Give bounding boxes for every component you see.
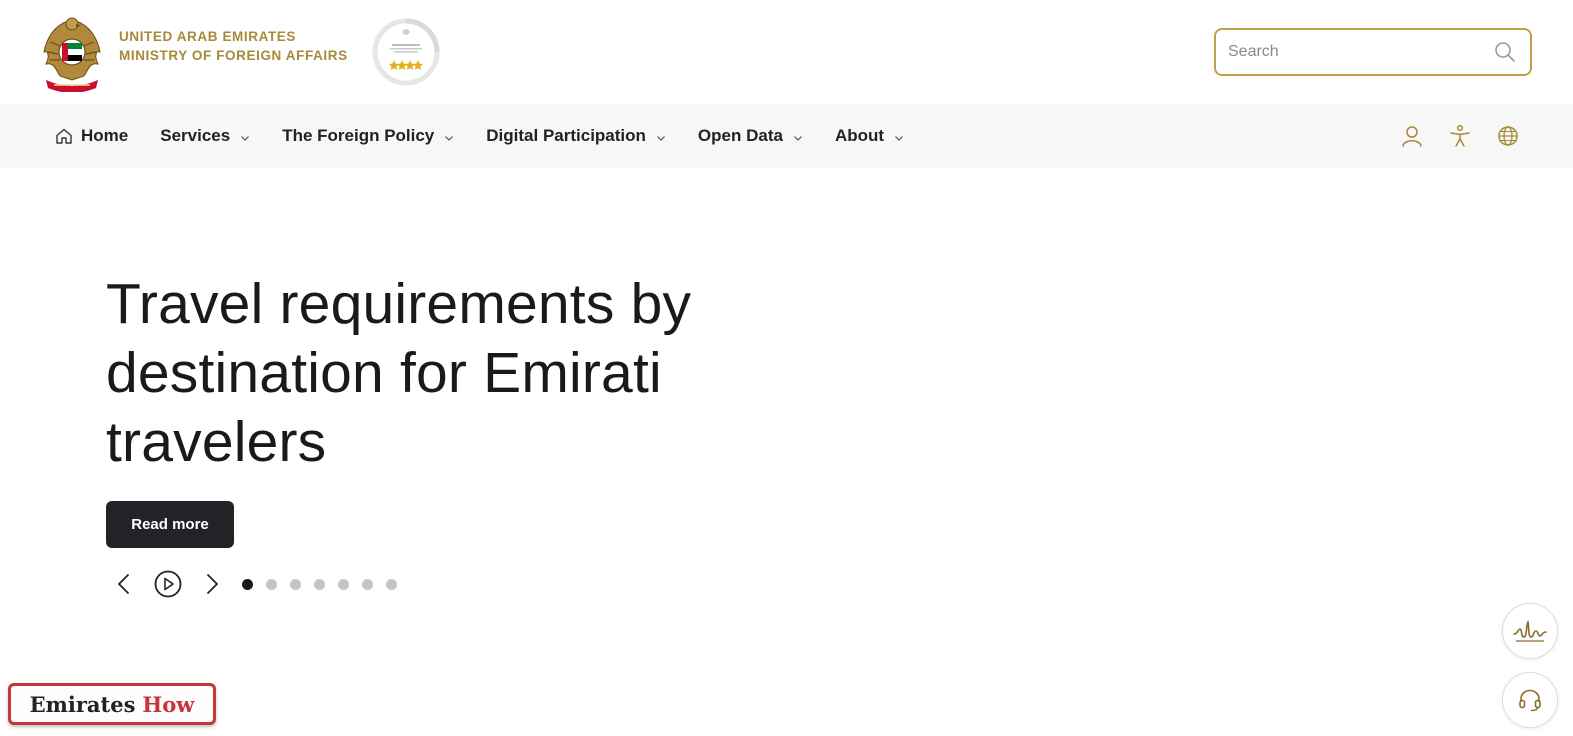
chevron-down-icon	[241, 135, 250, 141]
chevron-left-icon[interactable]	[114, 572, 134, 596]
nav-item-foreign-policy[interactable]: The Foreign Policy	[282, 104, 454, 168]
carousel-dot-3[interactable]	[290, 578, 301, 590]
uae-emblem-icon[interactable]	[40, 12, 104, 92]
ministry-line-1: UNITED ARAB EMIRATES	[119, 29, 296, 44]
carousel-dot-2[interactable]	[266, 578, 277, 590]
nav-item-digital-participation[interactable]: Digital Participation	[486, 104, 666, 168]
nav-item-services[interactable]: Services	[160, 104, 250, 168]
chevron-down-icon	[794, 135, 802, 141]
hero-title: Travel requirements by destination for E…	[106, 272, 692, 474]
search-box	[1214, 28, 1532, 76]
carousel-dots	[242, 578, 410, 590]
nav-item-home[interactable]: Home	[55, 104, 128, 168]
nav-tools	[1377, 123, 1521, 149]
headset-icon	[1519, 689, 1541, 712]
support-button[interactable]	[1502, 672, 1558, 728]
nav-label-foreign-policy: The Foreign Policy	[282, 126, 435, 145]
chevron-down-icon	[445, 135, 454, 141]
top-header: UNITED ARAB EMIRATES MINISTRY OF FOREIGN…	[0, 0, 1573, 104]
search-input[interactable]	[1228, 39, 1478, 65]
ministry-name[interactable]: UNITED ARAB EMIRATES MINISTRY OF FOREIGN…	[119, 27, 348, 65]
ministry-line-2: MINISTRY OF FOREIGN AFFAIRS	[119, 48, 348, 63]
accessibility-icon[interactable]	[1447, 123, 1473, 149]
watermark-part-1: Emirates	[29, 691, 136, 717]
play-icon[interactable]	[154, 570, 182, 598]
nav-label-home: Home	[81, 126, 129, 145]
nav-label-about: About	[834, 126, 885, 145]
chevron-right-icon[interactable]	[202, 572, 222, 596]
nav-item-open-data[interactable]: Open Data	[698, 104, 803, 168]
carousel-dot-1[interactable]	[242, 578, 253, 590]
watermark-part-2: How	[142, 691, 195, 717]
home-icon	[56, 128, 72, 144]
nav-item-about[interactable]: About	[835, 104, 904, 168]
user-icon[interactable]	[1399, 123, 1425, 149]
search-icon[interactable]	[1494, 41, 1516, 63]
carousel-dot-4[interactable]	[314, 578, 325, 590]
read-more-button[interactable]: Read more	[106, 501, 234, 548]
main-menu: Home Services The Foreign Policy Digital…	[55, 104, 936, 168]
sign-language-button[interactable]	[1502, 603, 1558, 659]
emirates-how-watermark: Emirates How	[8, 683, 216, 725]
chevron-down-icon	[656, 135, 665, 141]
globe-icon[interactable]	[1495, 123, 1521, 149]
nav-label-digital-participation: Digital Participation	[486, 126, 646, 145]
carousel-controls	[110, 566, 410, 602]
carousel-dot-6[interactable]	[362, 578, 373, 590]
nav-label-open-data: Open Data	[697, 126, 783, 145]
nav-label-services: Services	[160, 126, 231, 145]
carousel-dot-5[interactable]	[338, 578, 349, 590]
award-badge-icon	[372, 18, 440, 86]
chevron-down-icon	[895, 135, 903, 141]
carousel-dot-7[interactable]	[386, 578, 397, 590]
sign-language-icon	[1513, 620, 1547, 642]
main-nav-bar: Home Services The Foreign Policy Digital…	[0, 104, 1573, 168]
page: UNITED ARAB EMIRATES MINISTRY OF FOREIGN…	[0, 0, 1573, 736]
